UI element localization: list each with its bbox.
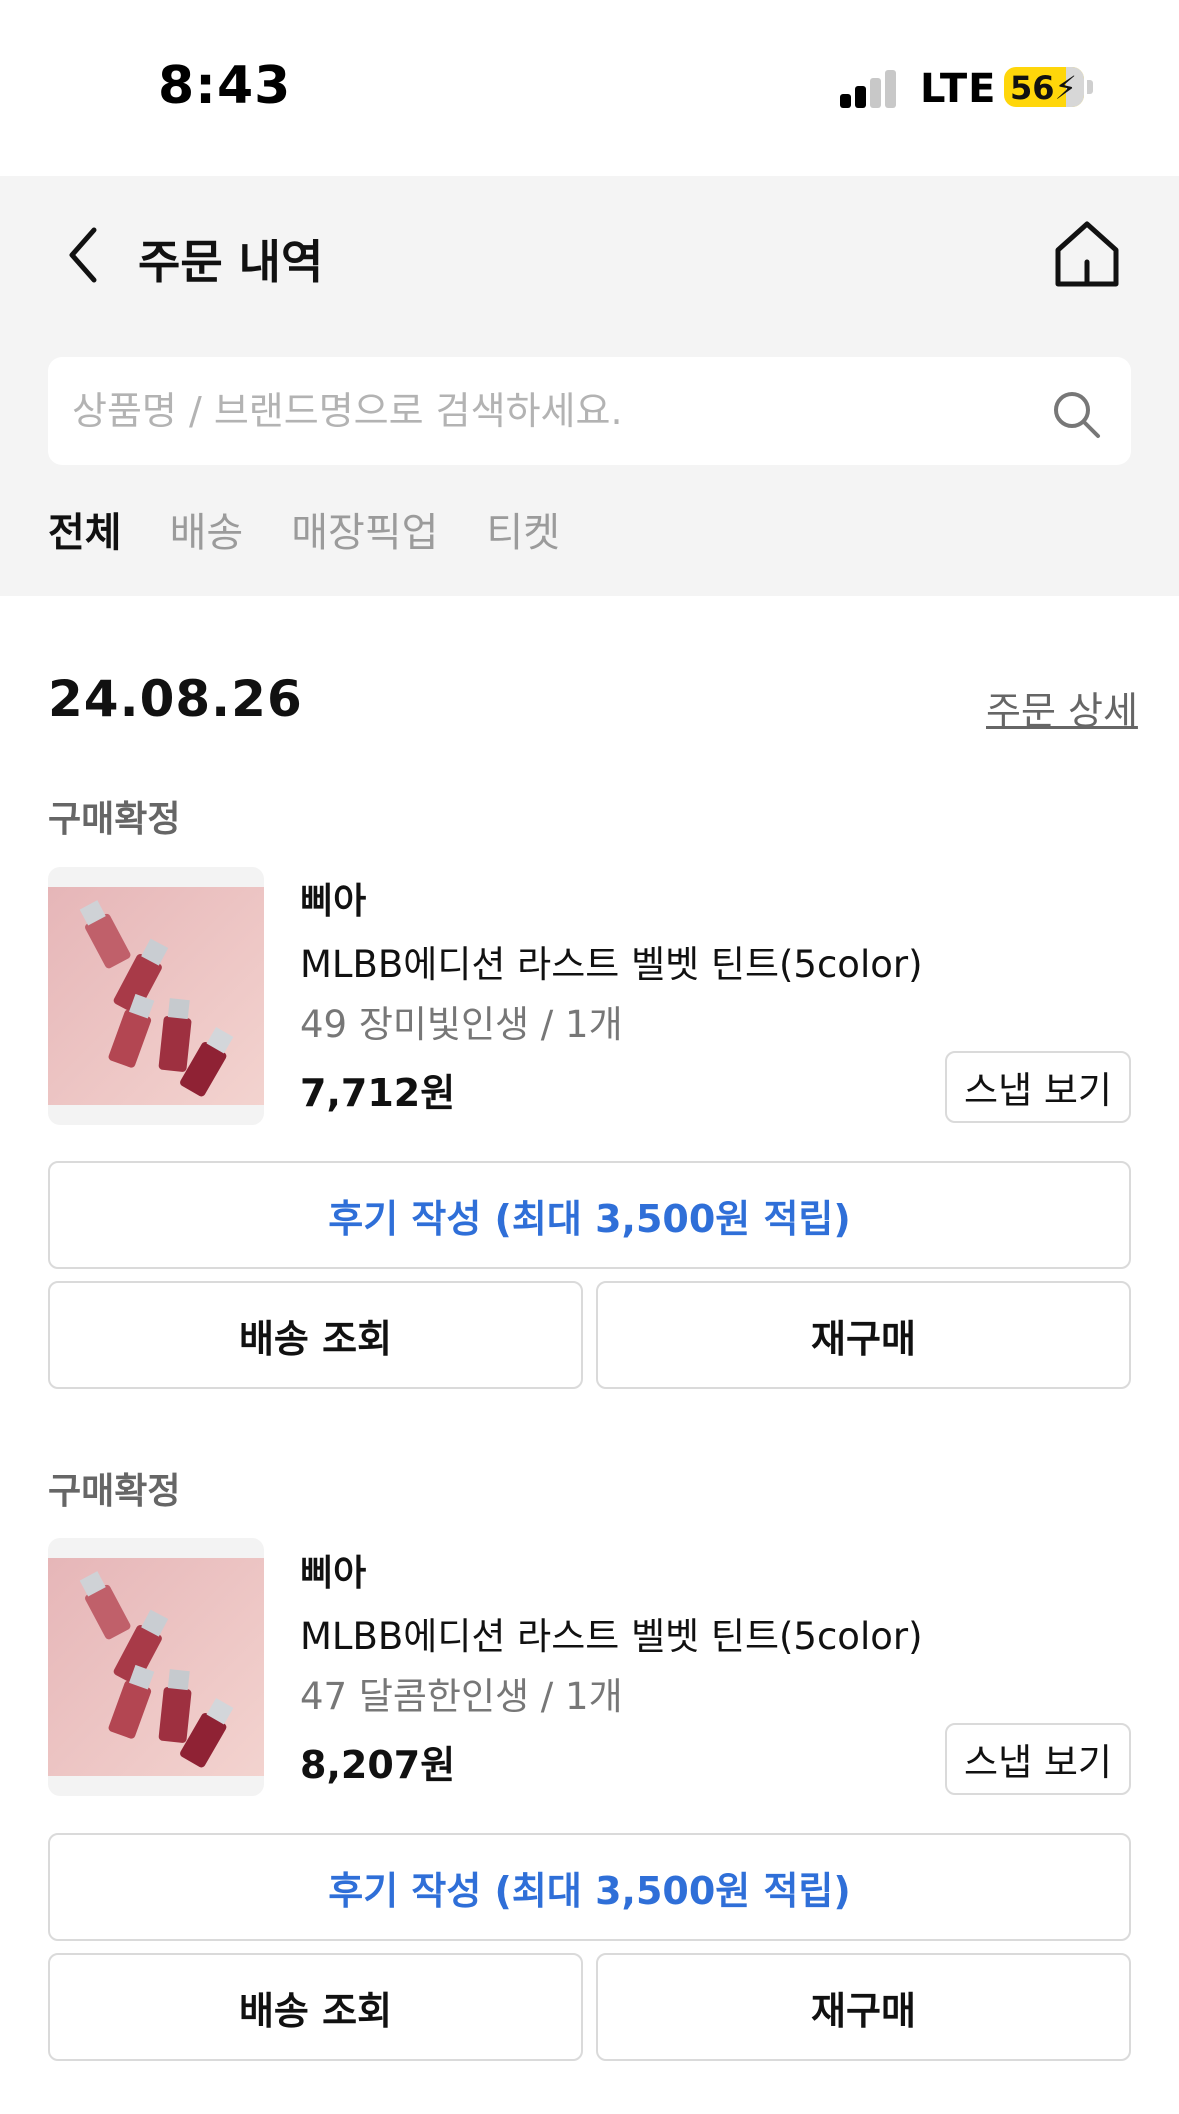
product-option: 49 장미빛인생 / 1개 [300, 1003, 623, 1046]
product-name[interactable]: MLBB에디션 라스트 벨벳 틴트(5color) [300, 1606, 923, 1660]
tab-all[interactable]: 전체 [48, 500, 122, 570]
product-image[interactable] [48, 1538, 264, 1796]
battery-icon: 56⚡ [1004, 67, 1084, 107]
search-input[interactable] [72, 357, 1032, 465]
back-button[interactable] [60, 222, 110, 288]
rebuy-button[interactable]: 재구매 [596, 1953, 1131, 2061]
home-icon [1055, 221, 1119, 287]
signal-strength-icon [840, 70, 898, 108]
status-time: 8:43 [158, 56, 292, 116]
order-date: 24.08.26 [48, 670, 303, 728]
search-box [48, 357, 1131, 465]
tint-product-illustration [48, 1558, 264, 1776]
product-option: 47 달콤한인생 / 1개 [300, 1675, 623, 1718]
order-detail-link[interactable]: 주문 상세 [986, 680, 1138, 735]
snap-view-button[interactable]: 스냅 보기 [945, 1051, 1131, 1123]
order-type-tabs: 전체 배송 매장픽업 티켓 [48, 500, 560, 570]
track-delivery-button[interactable]: 배송 조회 [48, 1281, 583, 1389]
tab-ticket[interactable]: 티켓 [486, 500, 560, 570]
battery-cap [1087, 80, 1093, 94]
brand-name: 삐아 [300, 1553, 367, 1594]
write-review-button[interactable]: 후기 작성 (최대 3,500원 적립) [48, 1833, 1131, 1941]
rebuy-button[interactable]: 재구매 [596, 1281, 1131, 1389]
order-status-label: 구매확정 [48, 1471, 181, 1512]
product-image[interactable] [48, 867, 264, 1125]
tab-delivery[interactable]: 배송 [170, 500, 244, 570]
order-status-label: 구매확정 [48, 799, 181, 840]
tint-product-illustration [48, 887, 264, 1105]
product-price: 8,207원 [300, 1743, 456, 1787]
battery-level: 56 [1010, 69, 1055, 107]
product-name[interactable]: MLBB에디션 라스트 벨벳 틴트(5color) [300, 934, 923, 988]
back-chevron-icon [69, 227, 97, 283]
product-price: 7,712원 [300, 1071, 456, 1115]
home-button[interactable] [1052, 218, 1122, 290]
page-title: 주문 내역 [138, 235, 324, 289]
network-type: LTE [920, 66, 997, 112]
track-delivery-button[interactable]: 배송 조회 [48, 1953, 583, 2061]
search-icon[interactable] [1050, 388, 1102, 440]
tab-store-pickup[interactable]: 매장픽업 [291, 500, 438, 570]
charging-bolt-icon: ⚡ [1054, 69, 1077, 107]
status-bar: 8:43 LTE 56⚡ [0, 0, 1179, 176]
write-review-button[interactable]: 후기 작성 (최대 3,500원 적립) [48, 1161, 1131, 1269]
brand-name: 삐아 [300, 881, 367, 922]
snap-view-button[interactable]: 스냅 보기 [945, 1723, 1131, 1795]
